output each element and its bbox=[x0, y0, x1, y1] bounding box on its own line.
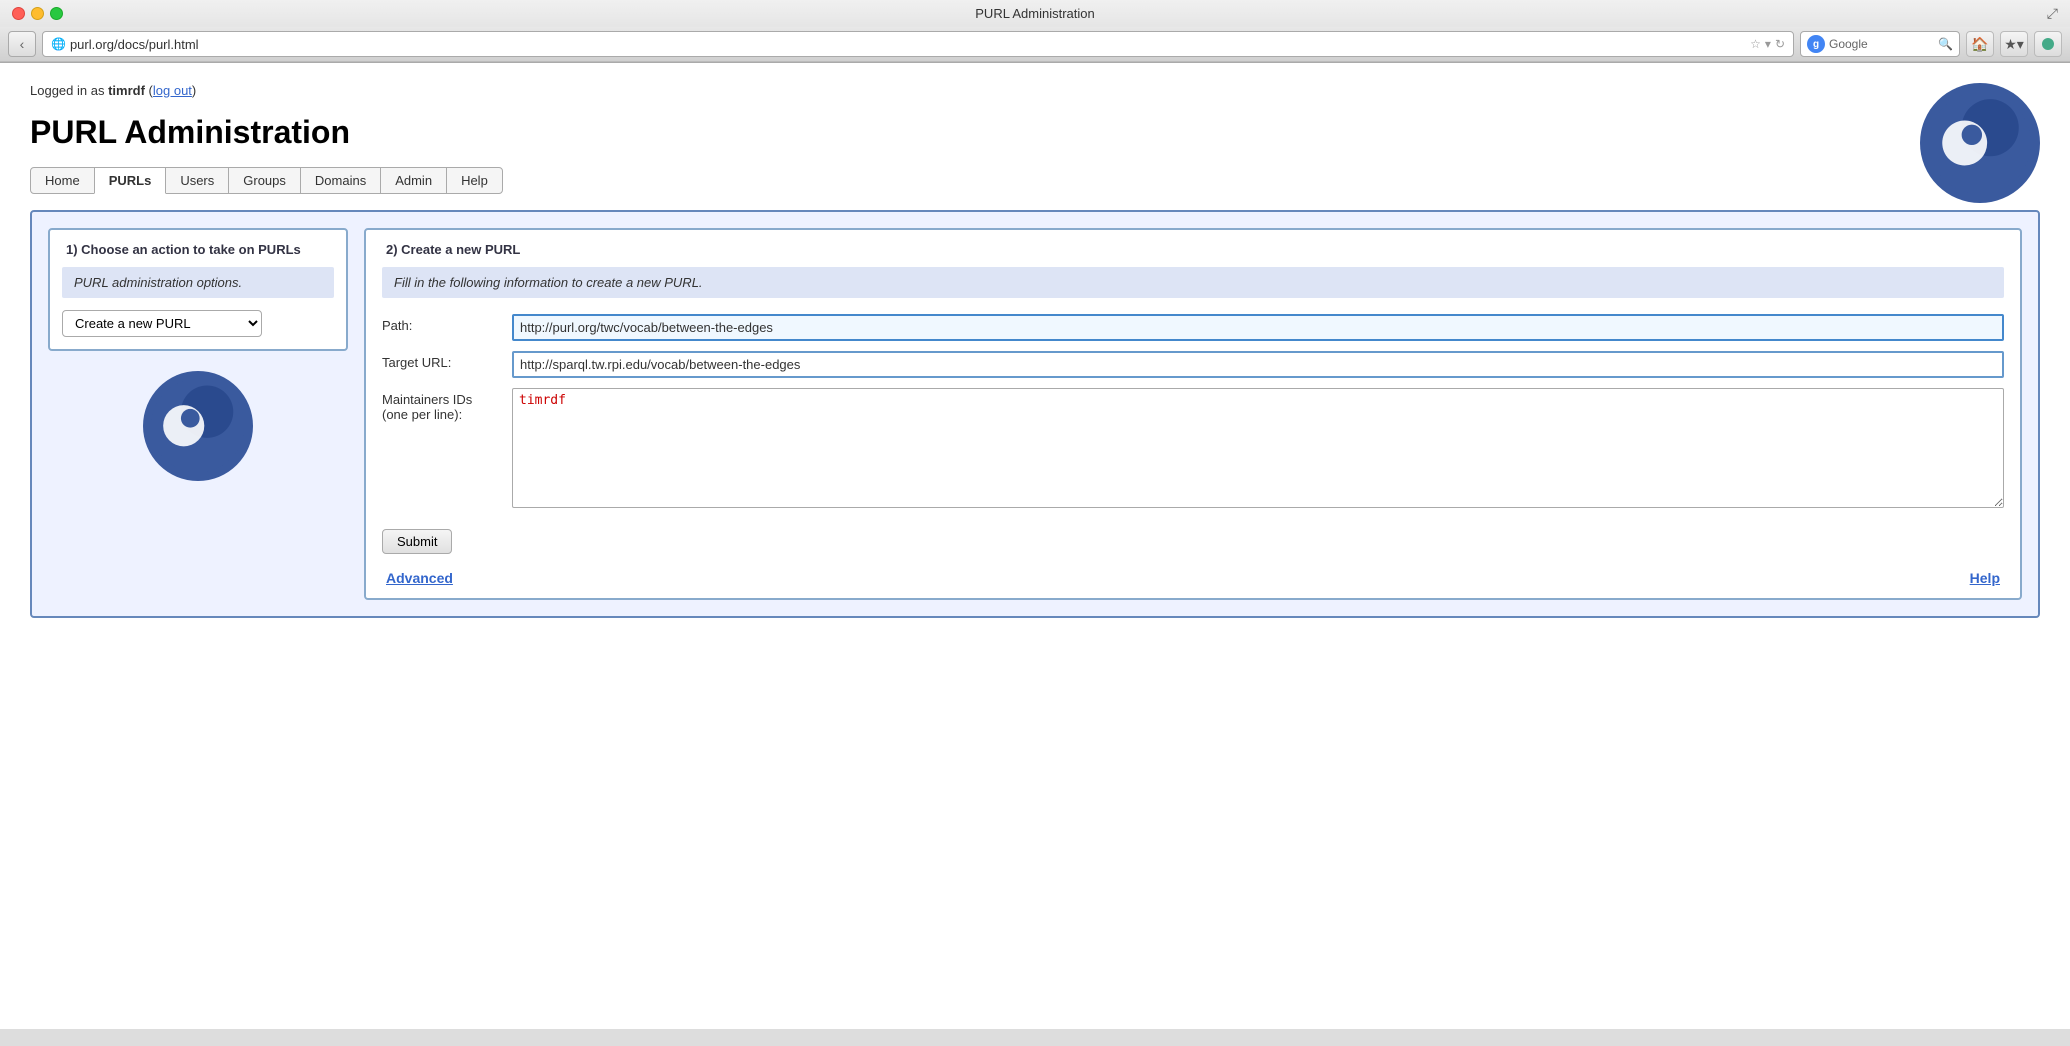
main-panel: 1) Choose an action to take on PURLs PUR… bbox=[30, 210, 2040, 618]
close-button[interactable] bbox=[12, 7, 25, 20]
logo-top-right bbox=[1920, 83, 2040, 203]
path-label: Path: bbox=[382, 314, 512, 333]
path-row: Path: bbox=[382, 314, 2004, 341]
left-section-box: 1) Choose an action to take on PURLs PUR… bbox=[48, 228, 348, 351]
toolbar: ‹ 🌐 purl.org/docs/purl.html ☆ ▾ ↻ g Goog… bbox=[0, 27, 2070, 62]
maximize-button[interactable] bbox=[50, 7, 63, 20]
search-input[interactable]: Google bbox=[1829, 37, 1938, 51]
refresh-icon[interactable]: ↻ bbox=[1775, 37, 1785, 51]
advanced-link[interactable]: Advanced bbox=[386, 570, 453, 586]
footer-links: Advanced Help bbox=[382, 570, 2004, 586]
path-input[interactable] bbox=[512, 314, 2004, 341]
globe-icon: 🌐 bbox=[51, 37, 66, 51]
tab-help[interactable]: Help bbox=[446, 167, 503, 194]
target-row: Target URL: bbox=[382, 351, 2004, 378]
action-dropdown-wrapper: Create a new PURL Search for a PURL Modi… bbox=[62, 310, 334, 337]
logo-circle-small bbox=[143, 371, 253, 481]
logo-circle-large bbox=[1920, 83, 2040, 203]
tab-users[interactable]: Users bbox=[165, 167, 229, 194]
username-display: timrdf bbox=[108, 83, 145, 98]
maintainers-row: Maintainers IDs (one per line): timrdf bbox=[382, 388, 2004, 511]
page-title: PURL Administration bbox=[30, 114, 2040, 151]
target-field bbox=[512, 351, 2004, 378]
help-link[interactable]: Help bbox=[1970, 570, 2000, 586]
logout-link[interactable]: log out bbox=[153, 83, 192, 98]
back-button[interactable]: ‹ bbox=[8, 31, 36, 57]
target-label: Target URL: bbox=[382, 351, 512, 370]
page-content: Logged in as timrdf (log out) PURL Admin… bbox=[0, 63, 2070, 1029]
url-display: purl.org/docs/purl.html bbox=[70, 37, 1750, 52]
nav-tabs: Home PURLs Users Groups Domains Admin He… bbox=[30, 167, 2040, 194]
home-button[interactable]: 🏠 bbox=[1966, 31, 1994, 57]
right-section-title: 2) Create a new PURL bbox=[382, 242, 2004, 257]
address-bar[interactable]: 🌐 purl.org/docs/purl.html ☆ ▾ ↻ bbox=[42, 31, 1794, 57]
minimize-button[interactable] bbox=[31, 7, 44, 20]
browser-chrome: PURL Administration ⤢ ‹ 🌐 purl.org/docs/… bbox=[0, 0, 2070, 63]
google-icon: g bbox=[1807, 35, 1825, 53]
window-title: PURL Administration bbox=[975, 6, 1094, 21]
tab-groups[interactable]: Groups bbox=[228, 167, 301, 194]
title-bar: PURL Administration ⤢ bbox=[0, 0, 2070, 27]
bookmarks-button[interactable]: ★▾ bbox=[2000, 31, 2028, 57]
target-input[interactable] bbox=[512, 351, 2004, 378]
action-select[interactable]: Create a new PURL Search for a PURL Modi… bbox=[62, 310, 262, 337]
extensions-button[interactable] bbox=[2034, 31, 2062, 57]
logged-in-label: Logged in as bbox=[30, 83, 108, 98]
right-section: 2) Create a new PURL Fill in the followi… bbox=[364, 228, 2022, 600]
submit-button[interactable]: Submit bbox=[382, 529, 452, 554]
left-section-title: 1) Choose an action to take on PURLs bbox=[62, 242, 334, 257]
left-section: 1) Choose an action to take on PURLs PUR… bbox=[48, 228, 348, 600]
bookmark-dropdown-icon[interactable]: ▾ bbox=[1765, 37, 1771, 51]
maintainers-field: timrdf bbox=[512, 388, 2004, 511]
bookmark-icon[interactable]: ☆ bbox=[1750, 37, 1761, 51]
form-info: Fill in the following information to cre… bbox=[382, 267, 2004, 298]
left-section-info: PURL administration options. bbox=[62, 267, 334, 298]
logo-svg-large bbox=[1929, 92, 2031, 194]
maintainers-label-sub: (one per line): bbox=[382, 407, 462, 422]
search-magnifier-icon[interactable]: 🔍 bbox=[1938, 37, 1953, 51]
search-box[interactable]: g Google 🔍 bbox=[1800, 31, 1960, 57]
path-field bbox=[512, 314, 2004, 341]
right-section-box: 2) Create a new PURL Fill in the followi… bbox=[364, 228, 2022, 600]
logged-in-bar: Logged in as timrdf (log out) bbox=[30, 83, 2040, 98]
maintainers-textarea[interactable]: timrdf bbox=[512, 388, 2004, 508]
window-controls bbox=[12, 7, 63, 20]
maintainers-label: Maintainers IDs (one per line): bbox=[382, 388, 512, 422]
logo-bottom-left bbox=[48, 371, 348, 481]
tab-admin[interactable]: Admin bbox=[380, 167, 447, 194]
tab-purls[interactable]: PURLs bbox=[94, 167, 167, 194]
maintainers-label-main: Maintainers IDs bbox=[382, 392, 472, 407]
tab-domains[interactable]: Domains bbox=[300, 167, 381, 194]
logo-svg-small bbox=[151, 379, 245, 473]
fullscreen-button[interactable]: ⤢ bbox=[2047, 5, 2058, 22]
address-bar-actions: ☆ ▾ ↻ bbox=[1750, 37, 1785, 51]
tab-home[interactable]: Home bbox=[30, 167, 95, 194]
